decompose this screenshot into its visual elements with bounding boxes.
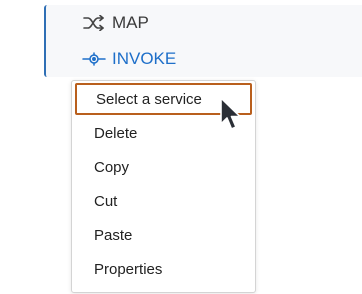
menu-item-label: Copy — [94, 158, 130, 176]
menu-item-label: Delete — [94, 124, 138, 142]
menu-item-label: Select a service — [96, 90, 202, 108]
menu-item-label: Cut — [94, 192, 118, 210]
workflow-steps-panel: MAP INVOKE — [44, 5, 362, 77]
menu-item-properties[interactable]: Properties — [72, 253, 255, 285]
menu-item-copy[interactable]: Copy — [72, 151, 255, 183]
step-invoke[interactable]: INVOKE — [82, 44, 176, 74]
menu-item-paste[interactable]: Paste — [72, 219, 255, 251]
step-map[interactable]: MAP — [82, 8, 149, 38]
menu-item-label: Paste — [94, 226, 133, 244]
service-connector-icon — [82, 50, 106, 68]
menu-item-cut[interactable]: Cut — [72, 185, 255, 217]
shuffle-icon — [82, 14, 106, 32]
mouse-pointer-icon — [219, 96, 245, 132]
menu-item-label: Properties — [94, 260, 163, 278]
step-invoke-label: INVOKE — [112, 49, 177, 68]
step-map-label: MAP — [112, 13, 149, 32]
